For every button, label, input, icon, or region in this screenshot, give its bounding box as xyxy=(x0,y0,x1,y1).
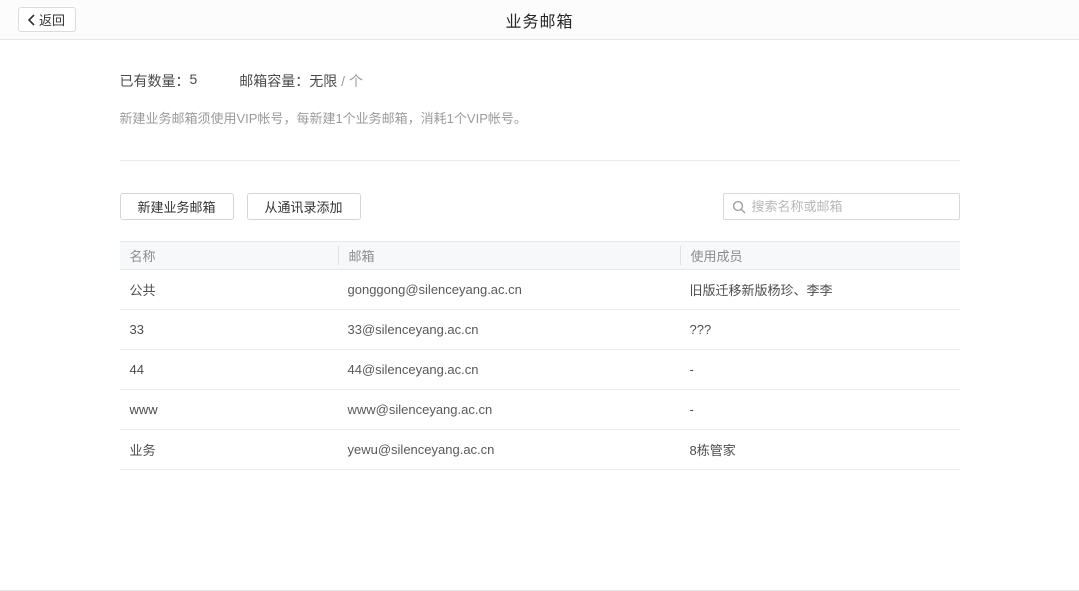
top-header-bar: 返回 业务邮箱 xyxy=(0,0,1079,40)
mailbox-members: - xyxy=(680,402,960,417)
table-row[interactable]: 33 33@silenceyang.ac.cn ??? xyxy=(120,310,960,350)
mailbox-members: ??? xyxy=(680,322,960,337)
mailbox-name: 44 xyxy=(120,362,338,377)
mailbox-members: - xyxy=(680,362,960,377)
column-header-members: 使用成员 xyxy=(680,246,960,265)
create-mailbox-button[interactable]: 新建业务邮箱 xyxy=(120,193,234,220)
mailbox-name: www xyxy=(120,402,338,417)
page-title: 业务邮箱 xyxy=(505,8,573,32)
search-box[interactable] xyxy=(723,193,960,220)
mailbox-table: 名称 邮箱 使用成员 公共 gonggong@silenceyang.ac.cn… xyxy=(120,241,960,470)
mailbox-name: 公共 xyxy=(120,280,338,299)
search-icon xyxy=(732,200,746,214)
mailbox-email: gonggong@silenceyang.ac.cn xyxy=(338,282,680,297)
table-row[interactable]: www www@silenceyang.ac.cn - xyxy=(120,390,960,430)
toolbar: 新建业务邮箱 从通讯录添加 xyxy=(120,193,960,220)
mailbox-capacity-stat: 邮箱容量： 无限 / 个 xyxy=(239,71,363,91)
mailbox-capacity-label: 邮箱容量： xyxy=(239,71,309,91)
content-area: 已有数量： 5 邮箱容量： 无限 / 个 新建业务邮箱须使用VIP帐号，每新建1… xyxy=(120,71,960,470)
mailbox-members: 旧版迁移新版杨珍、李李 xyxy=(680,280,960,299)
column-header-email: 邮箱 xyxy=(338,246,680,265)
toolbar-button-group: 新建业务邮箱 从通讯录添加 xyxy=(120,193,361,220)
back-button-label: 返回 xyxy=(39,10,65,29)
mailbox-email: 44@silenceyang.ac.cn xyxy=(338,362,680,377)
table-row[interactable]: 44 44@silenceyang.ac.cn - xyxy=(120,350,960,390)
chevron-left-icon xyxy=(27,14,36,26)
business-mailbox-page: 返回 业务邮箱 已有数量： 5 邮箱容量： 无限 / 个 新建业务邮箱须使用VI… xyxy=(0,0,1079,591)
table-header-row: 名称 邮箱 使用成员 xyxy=(120,241,960,270)
mailbox-members: 8栋管家 xyxy=(680,440,960,459)
mailbox-count-stat: 已有数量： 5 xyxy=(120,71,198,91)
mailbox-capacity-value: 无限 xyxy=(309,71,337,91)
add-from-contacts-button[interactable]: 从通讯录添加 xyxy=(247,193,361,220)
stats-row: 已有数量： 5 邮箱容量： 无限 / 个 xyxy=(120,71,960,91)
mailbox-count-value: 5 xyxy=(190,71,198,91)
mailbox-capacity-unit: / 个 xyxy=(337,71,363,91)
search-input[interactable] xyxy=(752,199,951,214)
mailbox-name: 业务 xyxy=(120,440,338,459)
column-header-name: 名称 xyxy=(120,246,338,265)
mailbox-name: 33 xyxy=(120,322,338,337)
mailbox-email: yewu@silenceyang.ac.cn xyxy=(338,442,680,457)
mailbox-email: 33@silenceyang.ac.cn xyxy=(338,322,680,337)
section-divider xyxy=(120,160,960,161)
table-row[interactable]: 公共 gonggong@silenceyang.ac.cn 旧版迁移新版杨珍、李… xyxy=(120,270,960,310)
mailbox-email: www@silenceyang.ac.cn xyxy=(338,402,680,417)
table-row[interactable]: 业务 yewu@silenceyang.ac.cn 8栋管家 xyxy=(120,430,960,470)
vip-note-text: 新建业务邮箱须使用VIP帐号，每新建1个业务邮箱，消耗1个VIP帐号。 xyxy=(120,108,960,127)
back-button[interactable]: 返回 xyxy=(18,7,76,32)
mailbox-table-body: 公共 gonggong@silenceyang.ac.cn 旧版迁移新版杨珍、李… xyxy=(120,270,960,470)
mailbox-count-label: 已有数量： xyxy=(120,71,190,91)
